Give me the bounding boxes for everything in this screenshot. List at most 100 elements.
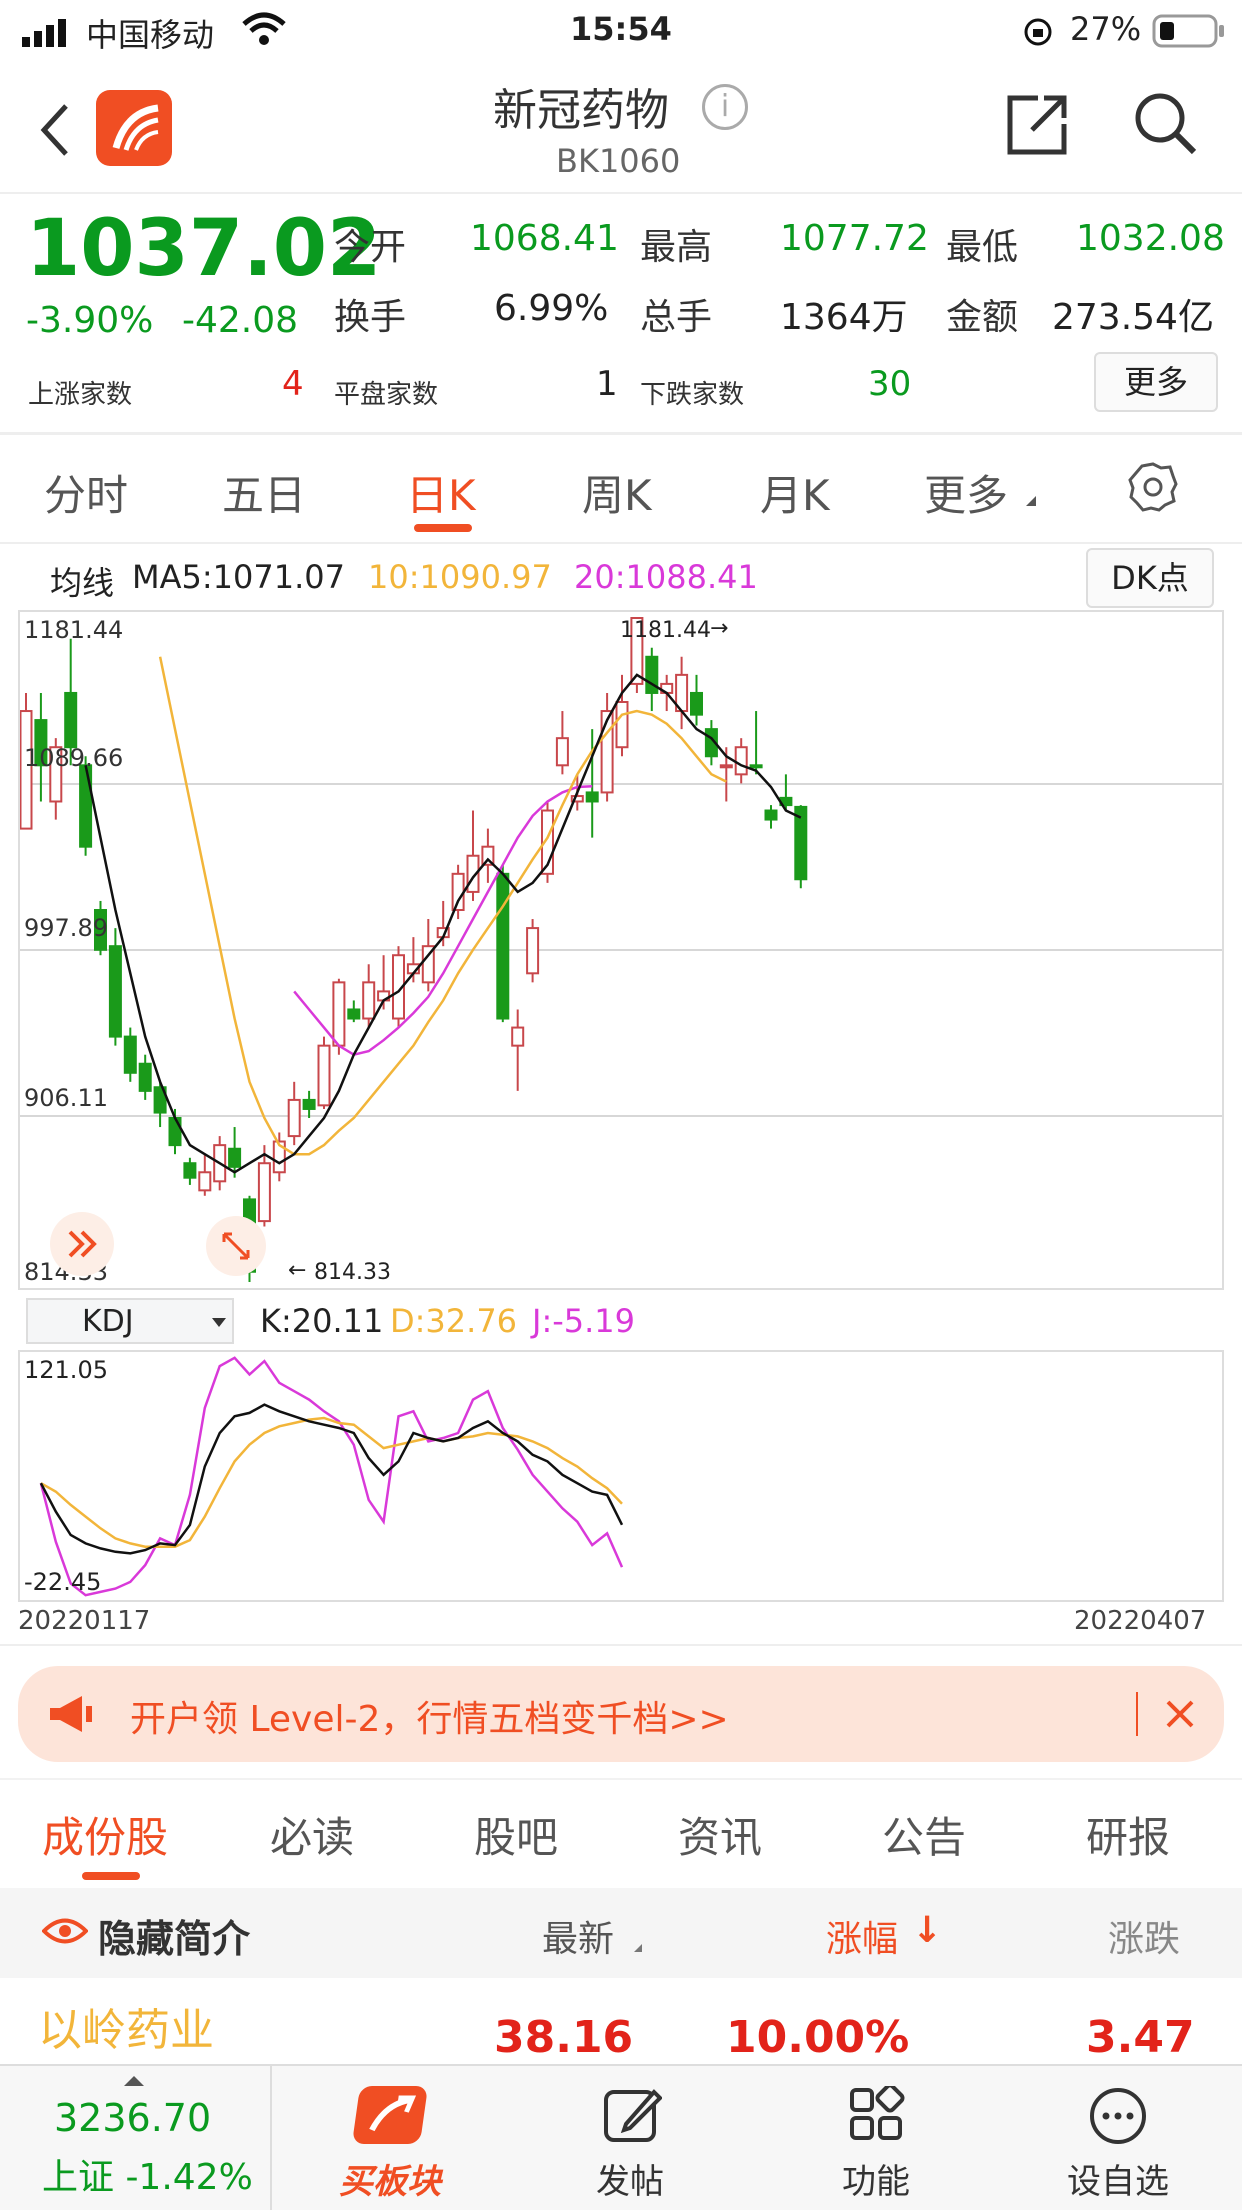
- candle-down: [79, 764, 93, 848]
- search-button[interactable]: [1132, 90, 1198, 156]
- min-arrow: ←: [288, 1258, 307, 1283]
- tab-announcements[interactable]: 公告: [882, 1804, 966, 1865]
- candle-up: [555, 737, 569, 767]
- col-latest[interactable]: 最新: [542, 1910, 614, 1962]
- kdj-j-value: J:-5.19: [532, 1302, 636, 1340]
- signal-icon: [22, 16, 76, 47]
- up-count-label: 上涨家数: [28, 380, 133, 410]
- candle-up: [526, 927, 540, 975]
- back-button[interactable]: [36, 102, 76, 156]
- nav-functions-label: 功能: [842, 2162, 910, 2202]
- kdj-j-line: [39, 1356, 624, 1597]
- candle-down: [496, 872, 510, 1020]
- change-amount: -42.08: [182, 300, 299, 341]
- divider: [0, 432, 1242, 435]
- nav-post-label: 发帖: [596, 2162, 664, 2202]
- promo-banner-text: 开户领 Level-2，行情五档变千档>>: [130, 1699, 729, 1740]
- nav-buy-sector-label: 买板块: [339, 2162, 441, 2202]
- chevron-down-icon: [212, 1318, 226, 1327]
- kdj-y-max: 121.05: [24, 1356, 108, 1384]
- nav-buy-sector[interactable]: 买板块: [290, 2066, 490, 2210]
- kline-chart[interactable]: 1181.44 1089.66 997.89 906.11 814.33 118…: [18, 610, 1224, 1290]
- active-tab-underline: [414, 524, 472, 532]
- amount-value: 273.54亿: [1052, 297, 1214, 338]
- candle-down: [108, 945, 122, 1038]
- quote-panel: 1037.02 -3.90% -42.08 今开 1068.41 最高 1077…: [0, 194, 1242, 434]
- close-banner-button[interactable]: [1158, 1692, 1202, 1736]
- table-row[interactable]: 以岭药业 38.16 10.00% 3.47: [0, 1980, 1242, 2064]
- current-price: 1037.02: [26, 204, 382, 294]
- tab-five-day[interactable]: 五日: [222, 462, 306, 523]
- settings-button[interactable]: [1128, 462, 1178, 512]
- tab-weekly-k[interactable]: 周K: [582, 462, 652, 523]
- stock-change-pct: 10.00%: [726, 2012, 910, 2063]
- megaphone-icon: [46, 1694, 96, 1738]
- index-value: 3236.70: [54, 2096, 212, 2140]
- candle-down: [228, 1147, 242, 1168]
- min-price-marker: 814.33: [314, 1260, 391, 1285]
- gear-icon: [1128, 462, 1178, 512]
- indicator-selector-label: KDJ: [82, 1304, 134, 1339]
- candle-down: [302, 1098, 316, 1110]
- kdj-chart[interactable]: 121.05 -22.45: [18, 1350, 1224, 1602]
- candle-up: [198, 1171, 212, 1192]
- nav-functions[interactable]: 功能: [776, 2066, 976, 2210]
- candle-down: [347, 1008, 361, 1020]
- page-title: 新冠药物: [493, 85, 669, 136]
- nav-post[interactable]: 发帖: [530, 2066, 730, 2210]
- more-stats-button[interactable]: 更多: [1094, 352, 1218, 412]
- x-start-date: 20220117: [18, 1606, 151, 1636]
- high-value: 1077.72: [780, 218, 929, 259]
- indicator-selector[interactable]: KDJ: [26, 1298, 234, 1344]
- nav-bar: 新冠药物 i BK1060: [0, 62, 1242, 194]
- low-value: 1032.08: [1076, 218, 1225, 259]
- candle-up: [287, 1098, 301, 1138]
- tab-intraday[interactable]: 分时: [44, 462, 128, 523]
- tab-monthly-k[interactable]: 月K: [760, 462, 830, 523]
- col-change[interactable]: 涨跌: [1108, 1910, 1180, 1962]
- tab-must-read[interactable]: 必读: [270, 1804, 354, 1865]
- open-value: 1068.41: [470, 218, 619, 259]
- tab-news[interactable]: 资讯: [678, 1804, 762, 1865]
- tab-daily-k[interactable]: 日K: [406, 462, 476, 523]
- sort-triangle-icon: [634, 1944, 642, 1952]
- ma5-value: MA5:1071.07: [132, 558, 345, 596]
- wifi-icon: [240, 12, 288, 55]
- candle-up: [362, 981, 376, 1020]
- share-button[interactable]: [1004, 90, 1070, 156]
- eye-icon[interactable]: [41, 1916, 89, 1950]
- battery-text: 27%: [1070, 10, 1142, 48]
- fullscreen-button[interactable]: [206, 1216, 266, 1276]
- candle-down: [585, 791, 599, 803]
- nav-add-watchlist[interactable]: 设自选: [1018, 2066, 1218, 2210]
- tab-research[interactable]: 研报: [1086, 1804, 1170, 1865]
- info-button[interactable]: i: [702, 84, 748, 130]
- tab-forum[interactable]: 股吧: [474, 1804, 558, 1865]
- high-label: 最高: [640, 227, 713, 268]
- stock-name[interactable]: 以岭药业: [38, 1994, 214, 2058]
- edit-icon: [604, 2089, 662, 2142]
- hide-intro-toggle[interactable]: 隐藏简介: [98, 1908, 250, 1963]
- tab-constituents[interactable]: 成份股: [42, 1804, 168, 1865]
- caret-up-icon: [124, 2076, 144, 2086]
- double-chevron-icon: [68, 1230, 97, 1258]
- candle-down: [764, 809, 778, 821]
- down-count-label: 下跌家数: [640, 380, 745, 410]
- stock-latest: 38.16: [494, 2012, 634, 2063]
- promo-banner[interactable]: 开户领 Level-2，行情五档变千档>>: [18, 1666, 1224, 1762]
- candle-up: [332, 981, 346, 1047]
- rotation-lock-icon: [1022, 16, 1054, 57]
- dk-point-button[interactable]: DK点: [1086, 548, 1214, 608]
- kdj-k-value: K:20.11: [260, 1302, 384, 1340]
- expand-button[interactable]: [50, 1212, 114, 1276]
- resize-arrows-icon: [222, 1232, 250, 1260]
- tab-more[interactable]: 更多: [924, 462, 1008, 523]
- dropdown-triangle-icon: [1026, 496, 1036, 506]
- buy-sector-icon: [351, 2086, 429, 2144]
- candle-down: [749, 764, 763, 769]
- index-ticker[interactable]: 3236.70 上证 -1.42%: [0, 2066, 272, 2210]
- candle-up: [734, 746, 748, 776]
- turnover-value: 6.99%: [494, 288, 609, 329]
- more-dots-icon: [1090, 2088, 1146, 2144]
- col-change-pct[interactable]: 涨幅: [826, 1910, 898, 1962]
